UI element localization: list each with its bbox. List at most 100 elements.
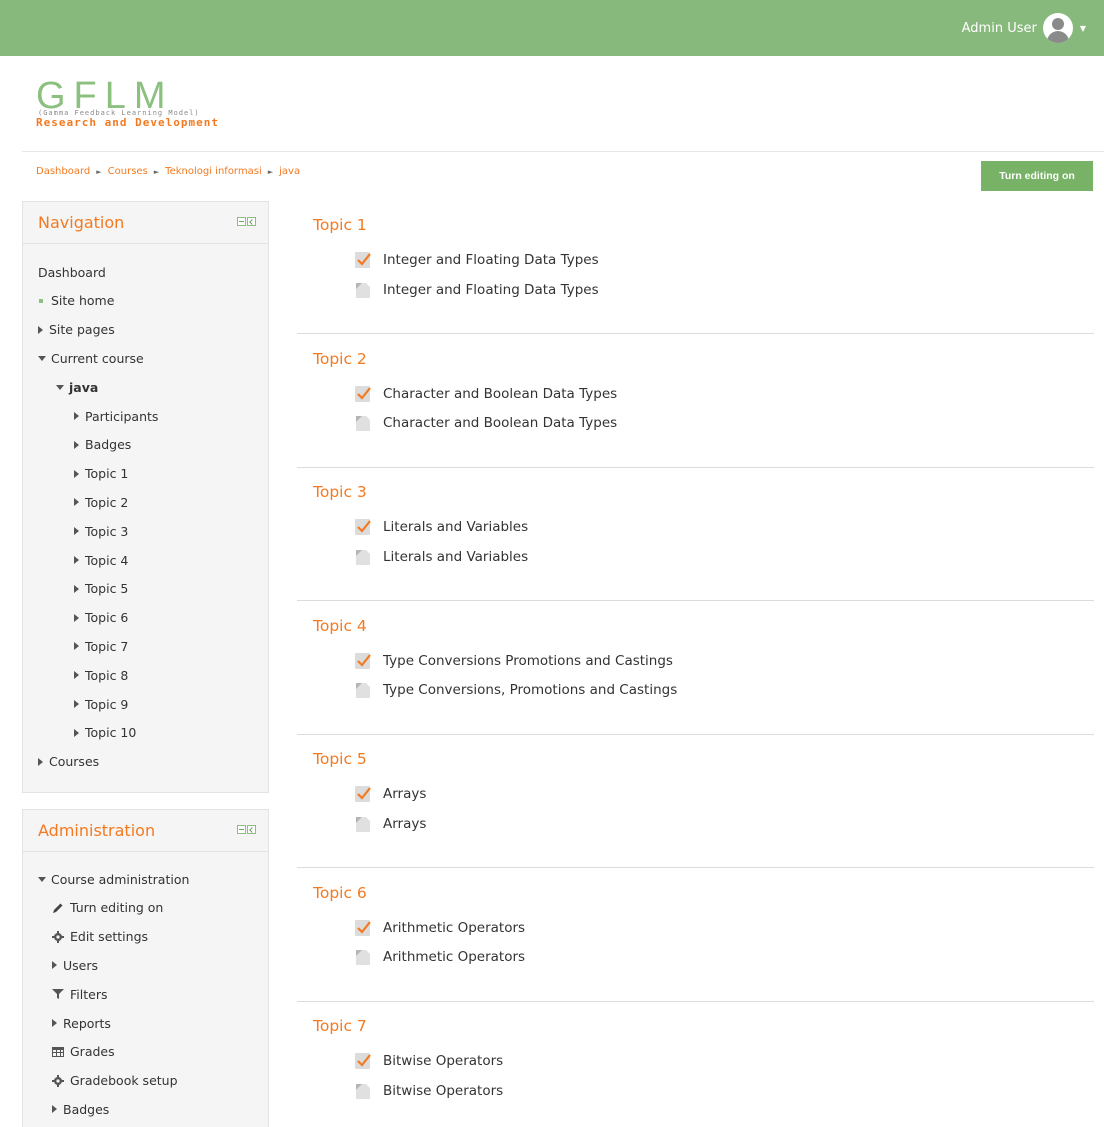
assignment-icon xyxy=(353,1051,373,1071)
turn-editing-on-button[interactable]: Turn editing on xyxy=(981,161,1093,191)
activity-link[interactable]: Character and Boolean Data Types xyxy=(353,412,617,434)
nav-item-topic-8[interactable]: Topic 8 xyxy=(23,665,128,685)
avatar-icon[interactable] xyxy=(1042,13,1073,43)
caret-down-icon[interactable]: ▼ xyxy=(1080,24,1086,33)
nav-item-label: Topic 4 xyxy=(85,552,129,568)
section-title[interactable]: Topic 7 xyxy=(313,1017,367,1035)
nav-item-label: Badges xyxy=(85,437,132,453)
dock-icon[interactable] xyxy=(247,217,256,226)
nav-item-current-course[interactable]: Current course xyxy=(23,348,144,368)
activity-link[interactable]: Literals and Variables xyxy=(353,516,528,538)
administration-block-header: Administration xyxy=(23,810,268,852)
activity-link[interactable]: Character and Boolean Data Types xyxy=(353,383,617,405)
activity-link[interactable]: Integer and Floating Data Types xyxy=(353,249,599,271)
nav-item-topic-1[interactable]: Topic 1 xyxy=(23,464,128,484)
section-title[interactable]: Topic 4 xyxy=(313,617,367,635)
breadcrumb-courses[interactable]: Courses xyxy=(108,166,148,177)
admin-item-users[interactable]: Users xyxy=(23,955,98,975)
admin-item-filters[interactable]: Filters xyxy=(23,984,107,1004)
admin-item-badges[interactable]: Badges xyxy=(23,1099,109,1119)
caret-right-icon xyxy=(74,556,79,564)
user-menu[interactable]: Admin User ▼ xyxy=(962,13,1086,43)
nav-item-label: Current course xyxy=(51,350,144,366)
breadcrumb-category[interactable]: Teknologi informasi xyxy=(165,166,262,177)
table-icon xyxy=(52,1046,64,1058)
admin-item-label: Course administration xyxy=(51,871,190,887)
activity-link[interactable]: Bitwise Operators xyxy=(353,1050,503,1072)
nav-item-site-home[interactable]: Site home xyxy=(23,291,114,311)
breadcrumb-course[interactable]: java xyxy=(279,166,300,177)
section-title[interactable]: Topic 5 xyxy=(313,750,367,768)
nav-item-courses[interactable]: Courses xyxy=(23,752,99,772)
activity-label: Bitwise Operators xyxy=(383,1053,504,1069)
admin-item-label: Edit settings xyxy=(70,929,149,945)
caret-right-icon xyxy=(52,1019,57,1027)
course-section-topic-7: Topic 7 Bitwise Operators Bitwise Operator… xyxy=(297,1002,1094,1127)
section-title[interactable]: Topic 1 xyxy=(313,216,367,234)
admin-item-label: Gradebook setup xyxy=(70,1073,178,1089)
file-icon xyxy=(353,547,373,567)
breadcrumb-dashboard[interactable]: Dashboard xyxy=(36,166,90,177)
caret-right-icon xyxy=(38,325,43,334)
nav-item-label: Topic 3 xyxy=(85,523,129,539)
admin-item-label: Grades xyxy=(70,1044,115,1060)
site-logo[interactable]: GFLM (Gamma Feedback Learning Model) Res… xyxy=(36,80,266,132)
activity-label: Arithmetic Operators xyxy=(383,919,526,936)
nav-item-topic-2[interactable]: Topic 2 xyxy=(23,492,128,512)
nav-item-topic-6[interactable]: Topic 6 xyxy=(23,608,128,628)
activity-link[interactable]: Type Conversions, Promotions and Casting… xyxy=(353,679,677,701)
file-icon xyxy=(353,280,373,300)
admin-item-gradebook-setup[interactable]: Gradebook setup xyxy=(23,1071,178,1091)
svg-text:GFLM: GFLM xyxy=(36,80,174,110)
nav-item-dashboard[interactable]: Dashboard xyxy=(23,262,106,282)
nav-item-topic-9[interactable]: Topic 9 xyxy=(23,694,128,714)
nav-item-topic-5[interactable]: Topic 5 xyxy=(23,579,128,599)
admin-item-reports[interactable]: Reports xyxy=(23,1013,111,1033)
activity-label: Arithmetic Operators xyxy=(383,949,526,965)
admin-item-edit-settings[interactable]: Edit settings xyxy=(23,927,148,947)
activity-link[interactable]: Arrays xyxy=(353,813,426,835)
activity-link[interactable]: Arithmetic Operators xyxy=(353,917,525,939)
nav-item-java[interactable]: java xyxy=(23,377,98,397)
section-title[interactable]: Topic 3 xyxy=(313,483,367,501)
minimize-icon[interactable] xyxy=(237,217,246,226)
top-navbar: Admin User ▼ xyxy=(0,0,1104,56)
minimize-icon[interactable] xyxy=(237,825,246,834)
nav-item-topic-7[interactable]: Topic 7 xyxy=(23,636,128,656)
dock-icon[interactable] xyxy=(247,825,256,834)
nav-item-label: Site pages xyxy=(49,322,115,338)
nav-item-site-pages[interactable]: Site pages xyxy=(23,320,115,340)
activity-link[interactable]: Literals and Variables xyxy=(353,546,528,568)
nav-item-label: Site home xyxy=(51,293,115,309)
nav-item-participants[interactable]: Participants xyxy=(23,406,158,426)
admin-item-grades[interactable]: Grades xyxy=(23,1042,115,1062)
admin-item-course-administration[interactable]: Course administration xyxy=(23,869,189,889)
breadcrumb-separator-icon: ► xyxy=(153,167,160,176)
section-title[interactable]: Topic 6 xyxy=(313,884,367,902)
nav-item-topic-4[interactable]: Topic 4 xyxy=(23,550,128,570)
file-icon xyxy=(353,1081,373,1101)
user-name[interactable]: Admin User xyxy=(962,21,1037,36)
assignment-icon xyxy=(353,250,373,270)
caret-right-icon xyxy=(74,613,79,622)
activity-link[interactable]: Arithmetic Operators xyxy=(353,946,525,968)
activity-link[interactable]: Integer and Floating Data Types xyxy=(353,279,599,301)
activity-link[interactable]: Bitwise Operators xyxy=(353,1080,503,1102)
nav-item-label: Topic 8 xyxy=(85,667,129,683)
nav-item-topic-10[interactable]: Topic 10 xyxy=(23,723,136,743)
caret-right-icon xyxy=(74,412,79,420)
caret-right-icon xyxy=(74,527,79,536)
nav-item-topic-3[interactable]: Topic 3 xyxy=(23,521,128,541)
nav-item-badges[interactable]: Badges xyxy=(23,435,131,455)
file-icon xyxy=(353,947,373,967)
course-section-topic-6: Topic 6 Arithmetic Operators Arithmetic Op… xyxy=(297,869,1094,1002)
activity-label: Integer and Floating Data Types xyxy=(383,252,599,268)
nav-item-label: java xyxy=(69,379,99,395)
bullet-icon xyxy=(39,298,43,303)
activity-link[interactable]: Arrays xyxy=(353,783,426,805)
section-title[interactable]: Topic 2 xyxy=(313,350,367,368)
assignment-icon xyxy=(353,784,373,804)
admin-item-turn-editing-on[interactable]: Turn editing on xyxy=(23,898,163,918)
activity-link[interactable]: Type Conversions Promotions and Castings xyxy=(353,650,673,672)
administration-block-title: Administration xyxy=(38,821,156,840)
